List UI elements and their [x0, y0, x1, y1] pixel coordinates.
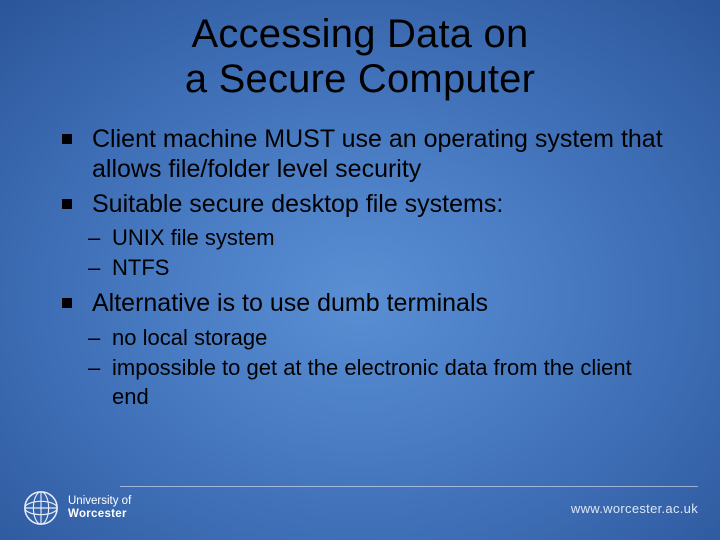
sub-text: impossible to get at the electronic data…	[112, 355, 632, 410]
sub-list: UNIX file system NTFS	[48, 223, 672, 282]
title-line-1: Accessing Data on	[192, 12, 529, 56]
sub-item: UNIX file system	[84, 223, 672, 253]
sub-text: UNIX file system	[112, 225, 275, 250]
org-name-line-1: University of	[68, 495, 131, 508]
globe-icon	[22, 489, 60, 527]
sub-item: NTFS	[84, 253, 672, 283]
org-name: University of Worcester	[68, 495, 131, 521]
bullet-text: Alternative is to use dumb terminals	[92, 289, 488, 317]
bullet-list: Alternative is to use dumb terminals	[48, 288, 672, 319]
sub-list: no local storage impossible to get at th…	[48, 323, 672, 412]
footer-divider	[120, 486, 698, 487]
footer-url: www.worcester.ac.uk	[571, 501, 698, 516]
footer: University of Worcester www.worcester.ac…	[0, 482, 720, 540]
bullet-text: Client machine MUST use an operating sys…	[92, 125, 663, 184]
bullet-text: Suitable secure desktop file systems:	[92, 190, 503, 218]
bullet-item: Client machine MUST use an operating sys…	[56, 124, 672, 185]
bullet-item: Alternative is to use dumb terminals	[56, 288, 672, 319]
sub-text: no local storage	[112, 325, 267, 350]
sub-text: NTFS	[112, 255, 169, 280]
bullet-list: Client machine MUST use an operating sys…	[48, 124, 672, 220]
org-logo: University of Worcester	[22, 489, 131, 527]
slide-title: Accessing Data on a Secure Computer	[48, 12, 672, 102]
bullet-item: Suitable secure desktop file systems:	[56, 189, 672, 220]
org-name-line-2: Worcester	[68, 508, 131, 521]
sub-item: impossible to get at the electronic data…	[84, 353, 672, 412]
sub-item: no local storage	[84, 323, 672, 353]
title-line-2: a Secure Computer	[185, 57, 535, 101]
slide: Accessing Data on a Secure Computer Clie…	[0, 0, 720, 540]
